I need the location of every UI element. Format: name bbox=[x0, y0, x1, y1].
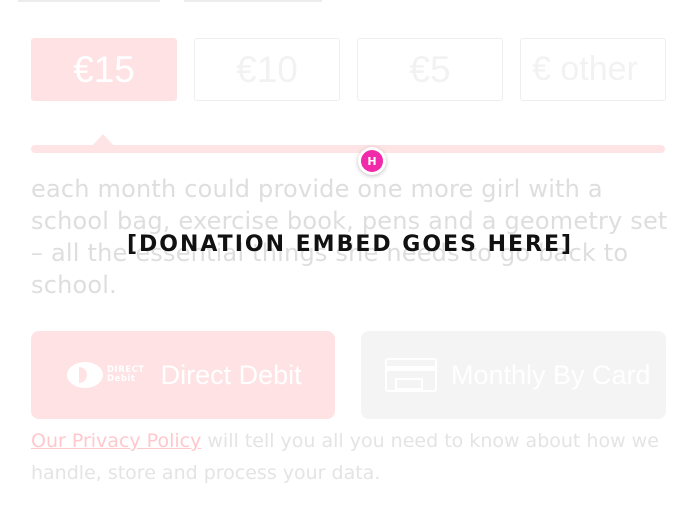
amount-10-button[interactable]: €10 bbox=[194, 38, 340, 101]
direct-debit-logo-line2: Debit bbox=[107, 374, 136, 384]
donation-embed-placeholder: €15 €10 €5 € other each month could prov… bbox=[0, 0, 700, 513]
amount-other-input[interactable]: € other bbox=[520, 38, 666, 101]
privacy-policy-link[interactable]: Our Privacy Policy bbox=[31, 430, 201, 452]
user-avatar[interactable]: H bbox=[358, 147, 386, 175]
tab-stub-left bbox=[18, 0, 160, 2]
direct-debit-label: Direct Debit bbox=[160, 359, 302, 390]
direct-debit-button[interactable]: DIRECT Debit Direct Debit bbox=[31, 331, 335, 419]
privacy-notice: Our Privacy Policy will tell you all you… bbox=[31, 425, 671, 489]
amount-divider-bar bbox=[31, 145, 665, 153]
amount-5-button[interactable]: €5 bbox=[357, 38, 503, 101]
donation-embed-label: [DONATION EMBED GOES HERE] bbox=[126, 232, 574, 257]
direct-debit-logo: DIRECT Debit bbox=[67, 362, 145, 388]
monthly-by-card-label: Monthly By Card bbox=[451, 359, 651, 390]
amount-options: €15 €10 €5 € other bbox=[31, 38, 666, 101]
monthly-by-card-button[interactable]: Monthly By Card bbox=[361, 331, 666, 419]
amount-15-button[interactable]: €15 bbox=[31, 38, 177, 101]
credit-card-icon bbox=[385, 358, 437, 392]
user-avatar-initial: H bbox=[361, 150, 383, 172]
tab-stub-right bbox=[184, 0, 322, 2]
direct-debit-icon bbox=[67, 362, 103, 388]
